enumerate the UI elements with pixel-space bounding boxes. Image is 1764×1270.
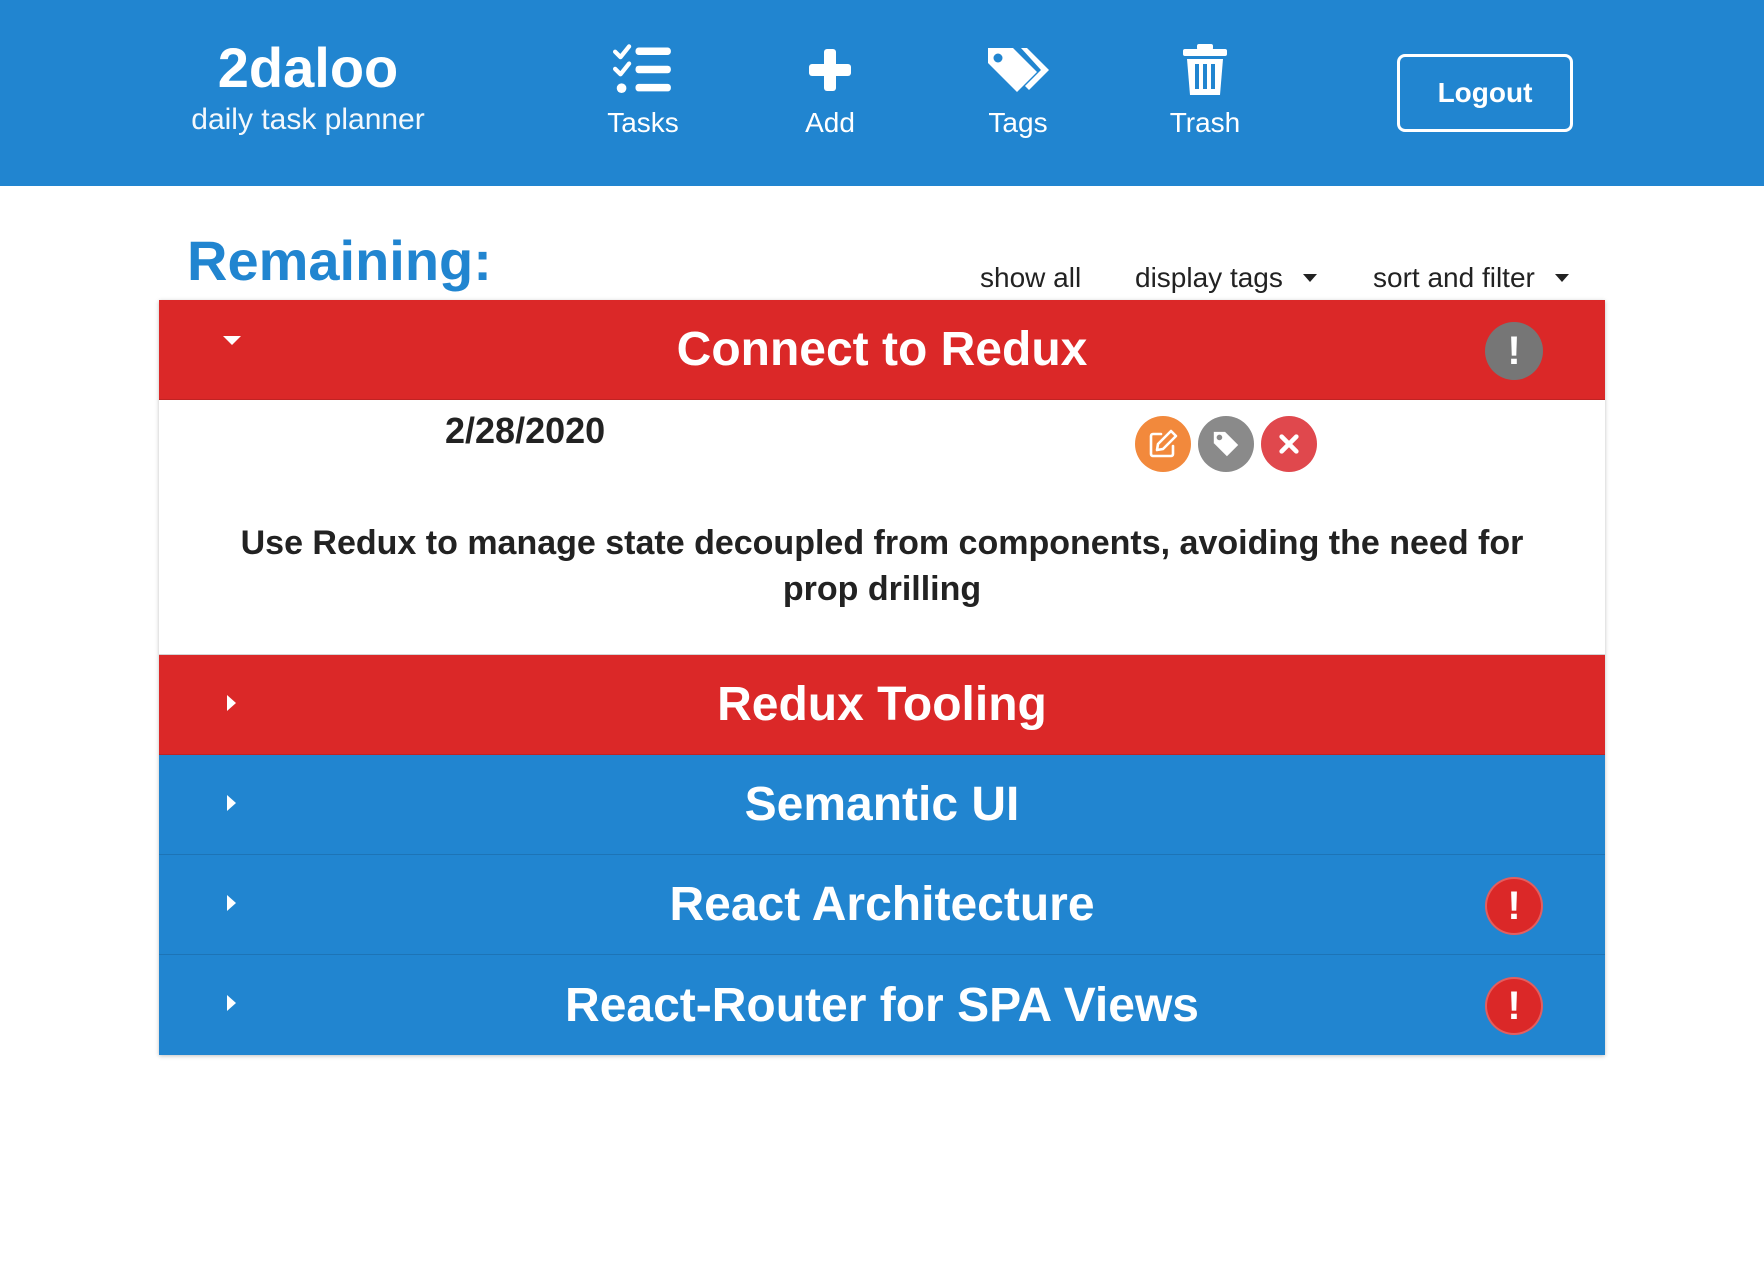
task-title: React-Router for SPA Views [565, 978, 1199, 1032]
brand-title: 2daloo [217, 36, 399, 99]
task-header[interactable]: Redux Tooling [159, 655, 1605, 755]
task-header[interactable]: Connect to Redux ! [159, 300, 1605, 400]
task-list: Connect to Redux ! 2/28/2020 Use Redux t… [159, 300, 1605, 1055]
priority-badge-icon: ! [1485, 322, 1543, 380]
page-title: Remaining: [187, 229, 492, 292]
caret-right-icon [227, 795, 236, 811]
caret-right-icon [227, 895, 236, 911]
caret-right-icon [227, 695, 236, 711]
priority-badge-icon: ! [1485, 877, 1543, 935]
logout-button[interactable]: Logout [1397, 54, 1573, 132]
plus-icon [809, 49, 851, 91]
show-all-link[interactable]: show all [980, 262, 1081, 294]
caret-right-icon [227, 995, 236, 1011]
tag-task-button[interactable] [1198, 416, 1254, 472]
nav-trash-label: Trash [1169, 107, 1241, 138]
task-detail: 2/28/2020 Use Redux to manage state deco… [159, 400, 1605, 655]
nav-tasks-label: Tasks [607, 107, 679, 138]
display-tags-dropdown[interactable]: display tags [1135, 262, 1317, 294]
task-date: 2/28/2020 [445, 410, 606, 451]
task-title: Semantic UI [744, 778, 1020, 831]
sort-filter-label: sort and filter [1373, 262, 1535, 293]
show-all-label: show all [980, 262, 1082, 293]
trash-icon [1183, 44, 1227, 95]
task-title: Connect to Redux [676, 323, 1088, 376]
tasks-icon [613, 44, 671, 94]
nav-tasks[interactable]: Tasks [573, 42, 713, 140]
task-header[interactable]: Semantic UI [159, 755, 1605, 855]
nav-trash[interactable]: Trash [1135, 42, 1275, 140]
brand-subtitle: daily task planner [191, 103, 425, 136]
task-title: React Architecture [669, 878, 1095, 931]
nav-add[interactable]: Add [760, 42, 900, 140]
delete-task-button[interactable] [1261, 416, 1317, 472]
tags-icon [988, 48, 1049, 92]
task-title: Redux Tooling [717, 678, 1047, 731]
brand[interactable]: 2daloo daily task planner [178, 36, 438, 138]
nav-add-label: Add [805, 107, 855, 138]
nav-tags-label: Tags [988, 107, 1048, 138]
top-navbar: 2daloo daily task planner Tasks Add Tags [0, 0, 1764, 186]
nav-tags[interactable]: Tags [948, 42, 1088, 140]
caret-down-icon [223, 336, 241, 345]
display-tags-label: display tags [1135, 262, 1283, 293]
task-header[interactable]: React Architecture ! [159, 855, 1605, 955]
sort-filter-dropdown[interactable]: sort and filter [1373, 262, 1569, 294]
close-icon [1279, 434, 1299, 454]
dropdown-caret-icon [1554, 274, 1569, 282]
priority-badge-icon: ! [1485, 977, 1543, 1035]
edit-icon [1149, 429, 1178, 458]
dropdown-caret-icon [1302, 274, 1317, 282]
tag-icon [1213, 431, 1239, 457]
task-description: Use Redux to manage state decoupled from… [240, 524, 1524, 608]
edit-task-button[interactable] [1135, 416, 1191, 472]
task-header[interactable]: React-Router for SPA Views ! [159, 955, 1605, 1055]
